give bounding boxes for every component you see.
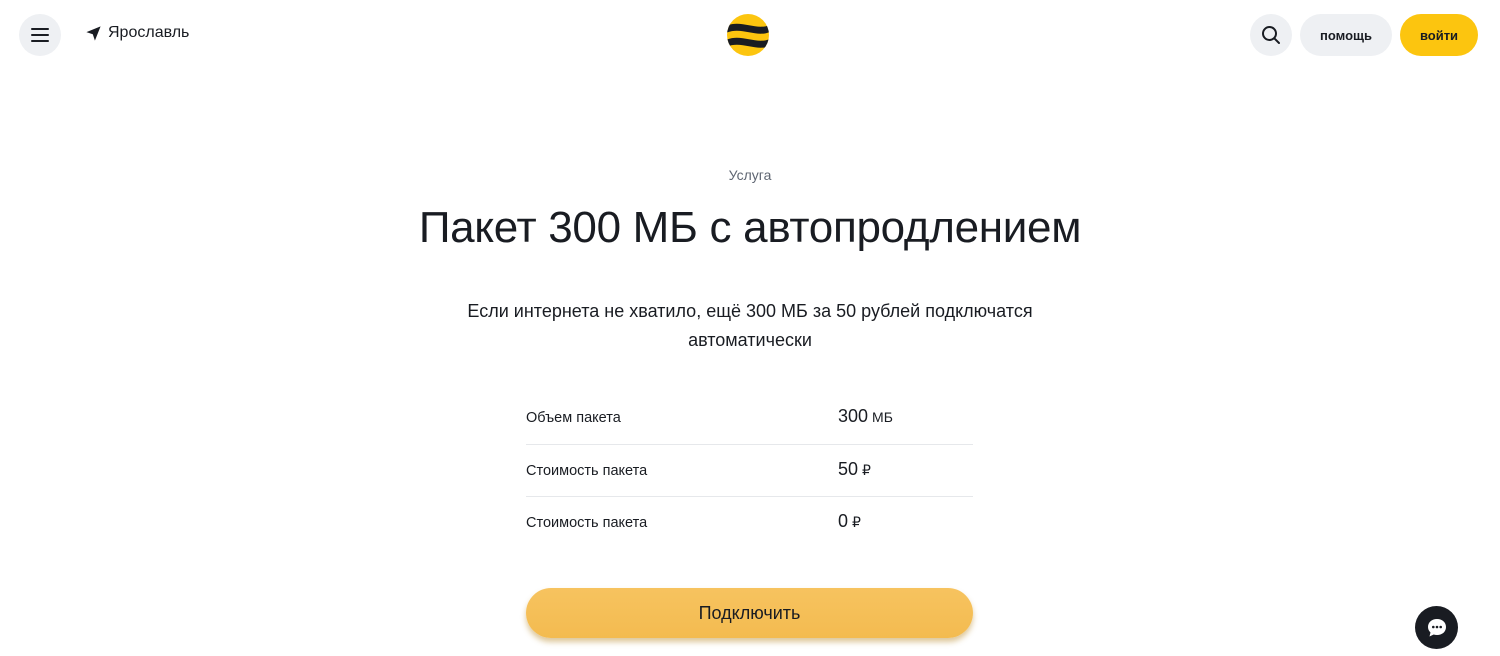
city-name: Ярославль <box>108 24 190 41</box>
param-unit: ₽ <box>862 461 871 478</box>
param-unit: МБ <box>872 409 893 425</box>
menu-icon <box>31 28 49 42</box>
param-label: Объем пакета <box>526 410 621 426</box>
connect-button[interactable]: Подключить <box>526 588 973 638</box>
chat-bubble-icon <box>1427 618 1446 636</box>
param-value: 300 МБ <box>838 406 893 426</box>
param-value: 50 ₽ <box>838 458 871 479</box>
search-icon <box>1262 26 1280 44</box>
help-button[interactable]: помощь <box>1300 14 1392 56</box>
site-header: Ярославль помощь войти <box>0 0 1500 72</box>
menu-button[interactable] <box>19 14 61 56</box>
param-row: Объем пакета 300 МБ <box>526 392 973 445</box>
location-arrow-icon <box>86 25 101 41</box>
param-label: Стоимость пакета <box>526 462 648 479</box>
service-description: Если интернета не хватило, ещё 300 МБ за… <box>467 301 1033 350</box>
param-unit: ₽ <box>852 514 861 530</box>
city-selector[interactable]: Ярославль <box>85 24 189 42</box>
page-title: Пакет 300 МБ с автопродлением <box>418 203 1082 252</box>
param-label: Стоимость пакета <box>526 515 648 531</box>
param-row: Стоимость пакета 50 ₽ <box>526 445 973 497</box>
search-button[interactable] <box>1250 14 1292 56</box>
chat-button[interactable] <box>1415 606 1458 649</box>
service-params-table: Объем пакета 300 МБ Стоимость пакета 50 ₽ … <box>526 392 973 550</box>
login-button[interactable]: войти <box>1400 14 1478 56</box>
param-row: Стоимость пакета 0 ₽ <box>526 497 973 550</box>
service-kicker: Услуга <box>728 167 772 183</box>
param-value: 0 ₽ <box>838 511 861 531</box>
beeline-logo[interactable] <box>726 13 770 57</box>
